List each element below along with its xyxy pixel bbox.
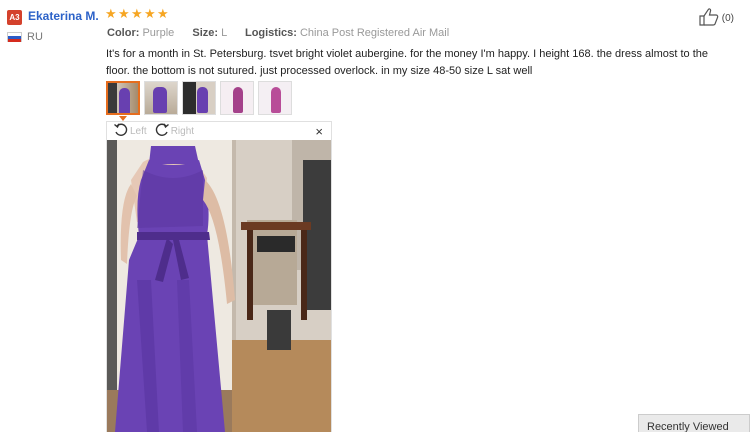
size-label: Size:	[192, 27, 219, 39]
thumbnail-1[interactable]	[106, 81, 140, 115]
russia-flag-icon	[7, 32, 22, 42]
color-label: Color:	[107, 27, 140, 39]
rotate-right-button[interactable]: Right	[155, 123, 194, 140]
size-value: L	[221, 27, 227, 39]
close-icon[interactable]: ×	[315, 124, 323, 139]
star-icon: ★	[131, 6, 143, 21]
star-rating: ★ ★ ★ ★ ★	[105, 6, 169, 21]
rotate-left-label: Left	[130, 125, 147, 137]
reviewer-name[interactable]: Ekaterina M.	[28, 9, 99, 23]
star-icon: ★	[105, 6, 117, 21]
dress-photo-image	[107, 140, 331, 432]
rotate-right-icon	[155, 123, 169, 140]
reviewer-country: RU	[27, 31, 43, 43]
helpful-button[interactable]: (0)	[699, 8, 734, 29]
review-text: It's for a month in St. Petersburg. tsve…	[106, 48, 708, 77]
thumbnail-5[interactable]	[258, 81, 292, 115]
rotate-right-label: Right	[170, 125, 195, 137]
photo-viewer: Left Right ×	[106, 121, 332, 432]
order-details: Color: Purple Size: L Logistics: China P…	[107, 27, 449, 39]
logistics-value: China Post Registered Air Mail	[299, 27, 450, 39]
rotate-left-icon	[114, 123, 128, 140]
level-badge: A3	[7, 10, 22, 25]
thumbnail-2[interactable]	[144, 81, 178, 115]
star-icon: ★	[157, 6, 169, 21]
recently-viewed-tab[interactable]: Recently Viewed	[638, 414, 750, 432]
photo-thumbnails	[106, 81, 292, 115]
helpful-count: (0)	[721, 13, 734, 24]
thumbnail-4[interactable]	[220, 81, 254, 115]
review-photo	[107, 140, 331, 432]
star-icon: ★	[118, 6, 130, 21]
rotate-left-button[interactable]: Left	[114, 123, 147, 140]
color-value: Purple	[142, 27, 175, 39]
viewer-toolbar: Left Right ×	[107, 122, 331, 140]
logistics-label: Logistics:	[244, 27, 297, 39]
thumbs-up-icon	[699, 8, 719, 29]
thumbnail-3[interactable]	[182, 81, 216, 115]
star-icon: ★	[144, 6, 156, 21]
